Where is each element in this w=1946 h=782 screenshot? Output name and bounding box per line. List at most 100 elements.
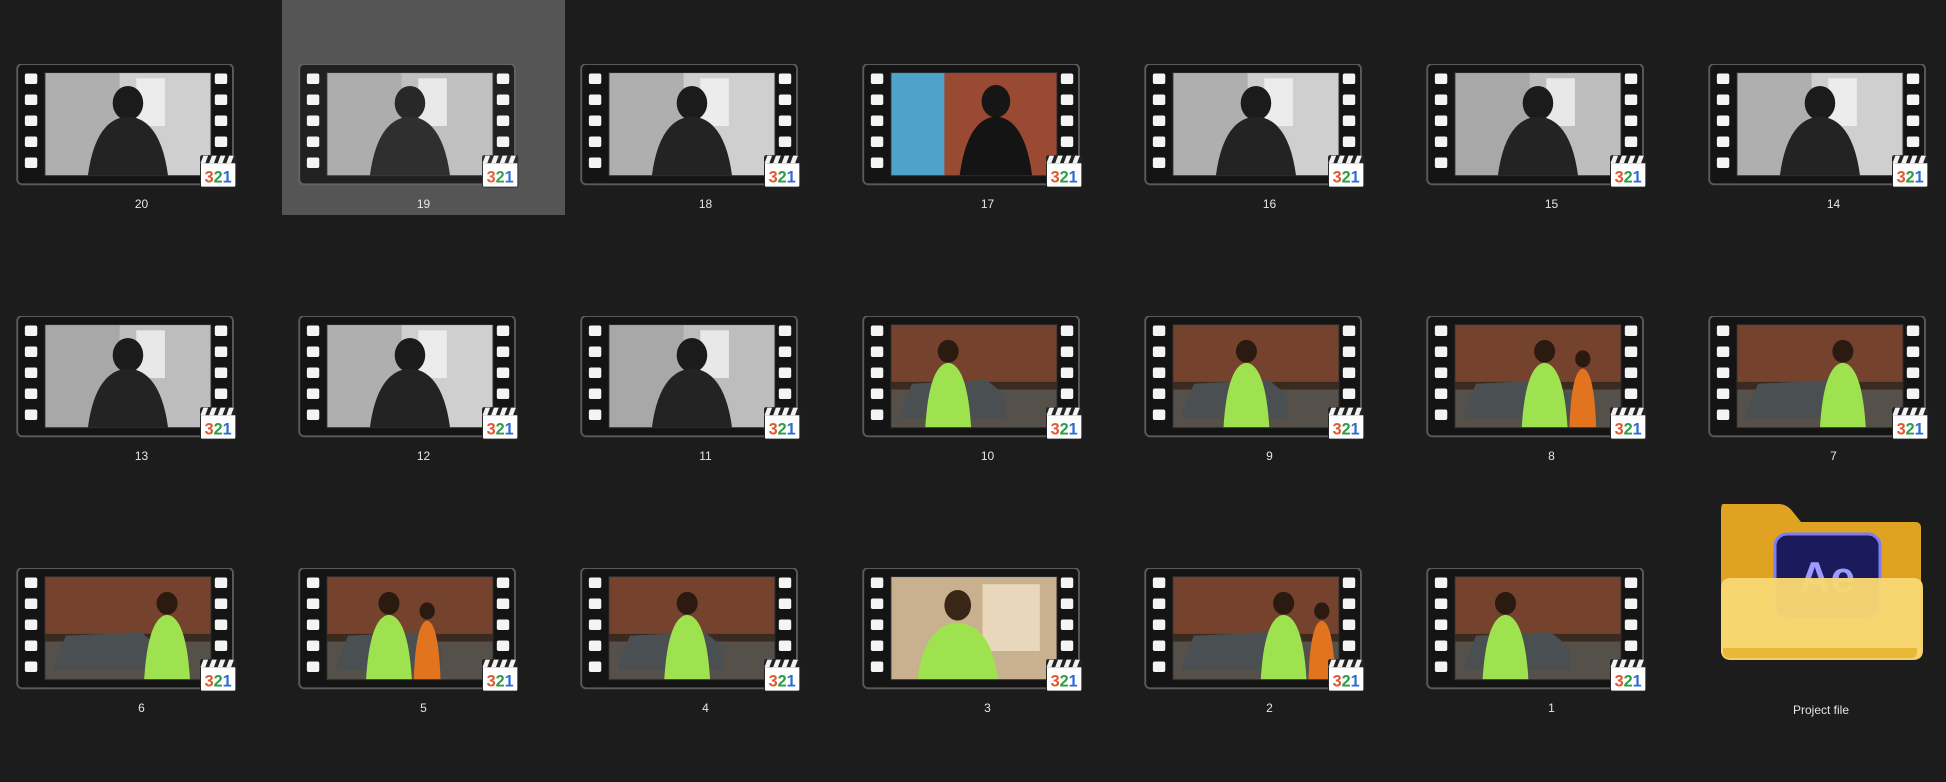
media-player-classic-icon: 321 (200, 659, 237, 692)
video-thumbnail: 321 (1142, 316, 1368, 442)
media-player-classic-icon: 321 (1046, 155, 1083, 188)
file-name-label: 18 (698, 197, 713, 211)
badge-number-text: 321 (1051, 168, 1078, 186)
film-strip-frame: 321 (16, 316, 237, 440)
video-file-item[interactable]: 321 2 (1128, 504, 1411, 719)
file-name-label: 7 (1830, 449, 1837, 463)
file-name-label: 1 (1548, 701, 1555, 715)
file-name-label: 12 (416, 449, 431, 463)
badge-number-text: 321 (1051, 672, 1078, 690)
file-name-label: 11 (699, 449, 712, 463)
video-file-item[interactable]: 321 13 (0, 252, 283, 467)
video-thumbnail: 321 (1142, 568, 1368, 694)
video-thumbnail: 321 (860, 64, 1086, 190)
project-folder-label: Project file (1792, 703, 1850, 717)
video-thumbnail: 321 (14, 64, 240, 190)
video-file-item[interactable]: 321 20 (0, 0, 283, 215)
video-file-item[interactable]: 321 10 (846, 252, 1129, 467)
badge-number-text: 321 (1615, 420, 1642, 438)
film-strip-frame: 321 (1426, 316, 1647, 440)
media-player-classic-icon: 321 (764, 155, 801, 188)
badge-number-text: 321 (769, 672, 796, 690)
file-name-label: 4 (702, 701, 709, 715)
film-strip-frame: 321 (1708, 316, 1929, 440)
video-file-item[interactable]: 321 17 (846, 0, 1129, 215)
video-thumbnail: 321 (1424, 568, 1650, 694)
video-thumbnail: 321 (296, 568, 522, 694)
video-thumbnail: 321 (1706, 64, 1932, 190)
video-file-item[interactable]: 321 6 (0, 504, 283, 719)
media-player-classic-icon: 321 (1892, 407, 1929, 440)
badge-number-text: 321 (205, 420, 232, 438)
video-thumbnail: 321 (1706, 316, 1932, 442)
file-name-label: 2 (1266, 701, 1273, 715)
after-effects-folder-icon: Ae (1721, 504, 1923, 660)
media-player-classic-icon: 321 (482, 659, 519, 692)
video-file-item[interactable]: 321 11 (564, 252, 847, 467)
film-strip-frame: 321 (1426, 568, 1647, 692)
video-file-item[interactable]: 321 3 (846, 504, 1129, 719)
media-player-classic-icon: 321 (1892, 155, 1929, 188)
badge-number-text: 321 (769, 420, 796, 438)
video-file-item[interactable]: 321 14 (1692, 0, 1946, 215)
file-name-label: 8 (1548, 449, 1555, 463)
video-file-item[interactable]: 321 7 (1692, 252, 1946, 467)
video-file-item[interactable]: 321 8 (1410, 252, 1693, 467)
video-file-item[interactable]: 321 4 (564, 504, 847, 719)
media-player-classic-icon: 321 (200, 407, 237, 440)
media-player-classic-icon: 321 (1328, 659, 1365, 692)
file-name-label: 13 (134, 449, 149, 463)
badge-number-text: 321 (1333, 672, 1360, 690)
file-name-label: 9 (1266, 449, 1273, 463)
video-thumbnail: 321 (578, 64, 804, 190)
film-strip-frame: 321 (16, 64, 237, 188)
video-thumbnail: 321 (860, 568, 1086, 694)
file-name-label: 19 (416, 197, 431, 211)
media-player-classic-icon: 321 (482, 407, 519, 440)
video-file-item[interactable]: 321 5 (282, 504, 565, 719)
film-strip-frame: 321 (1144, 568, 1365, 692)
file-name-label: 5 (420, 701, 427, 715)
badge-number-text: 321 (487, 420, 514, 438)
film-strip-frame: 321 (580, 64, 801, 188)
badge-number-text: 321 (1333, 168, 1360, 186)
film-strip-frame: 321 (862, 568, 1083, 692)
video-file-item[interactable]: 321 1 (1410, 504, 1693, 719)
file-name-label: 6 (138, 701, 145, 715)
badge-number-text: 321 (487, 672, 514, 690)
media-player-classic-icon: 321 (200, 155, 237, 188)
video-thumbnail: 321 (860, 316, 1086, 442)
video-thumbnail: 321 (296, 64, 522, 190)
video-thumbnail: 321 (1424, 64, 1650, 190)
video-thumbnail: 321 (14, 568, 240, 694)
media-player-classic-icon: 321 (1610, 155, 1647, 188)
video-file-item[interactable]: 321 9 (1128, 252, 1411, 467)
video-file-item[interactable]: 321 18 (564, 0, 847, 215)
film-strip-frame: 321 (1426, 64, 1647, 188)
file-name-label: 20 (134, 197, 149, 211)
video-file-item[interactable]: 321 16 (1128, 0, 1411, 215)
film-strip-frame: 321 (862, 316, 1083, 440)
badge-number-text: 321 (1051, 420, 1078, 438)
video-thumbnail: 321 (578, 568, 804, 694)
file-explorer-content: Ae Project file 321 20 321 19 321 18 321 17 321 1… (0, 0, 1946, 782)
video-file-item[interactable]: 321 12 (282, 252, 565, 467)
file-name-label: 14 (1826, 197, 1841, 211)
film-strip-frame: 321 (16, 568, 237, 692)
film-strip-frame: 321 (298, 64, 519, 188)
media-player-classic-icon: 321 (1610, 659, 1647, 692)
media-player-classic-icon: 321 (764, 659, 801, 692)
media-player-classic-icon: 321 (482, 155, 519, 188)
video-thumbnail: 321 (578, 316, 804, 442)
file-name-label: 17 (980, 197, 995, 211)
file-name-label: 3 (984, 701, 991, 715)
video-file-item[interactable]: 321 19 (282, 0, 565, 215)
badge-number-text: 321 (1333, 420, 1360, 438)
badge-number-text: 321 (1615, 168, 1642, 186)
film-strip-frame: 321 (298, 316, 519, 440)
video-file-item[interactable]: 321 15 (1410, 0, 1693, 215)
media-player-classic-icon: 321 (1328, 155, 1365, 188)
film-strip-frame: 321 (1708, 64, 1929, 188)
badge-number-text: 321 (487, 168, 514, 186)
project-folder[interactable]: Ae (1717, 500, 1925, 665)
